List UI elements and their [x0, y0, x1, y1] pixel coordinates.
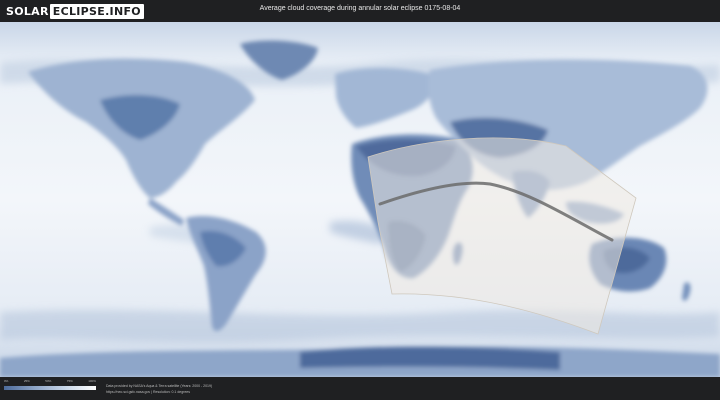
footer-bar: 0% 25% 50% 75% 100% Data provided by NAS…	[0, 377, 720, 400]
cloud-coverage-map	[0, 22, 720, 377]
legend-label-100: 100%	[88, 379, 96, 383]
legend-label-0: 0%	[4, 379, 9, 383]
credits-line-2: https://neo.sci.gsfc.nasa.gov | Resoluti…	[106, 390, 190, 394]
header-bar: SOLAR ECLIPSE.INFO Average cloud coverag…	[0, 0, 720, 22]
legend-color-scale	[4, 386, 96, 390]
legend-label-25: 25%	[23, 379, 30, 383]
data-credits: Data provided by NASA's Aqua & Terra sat…	[106, 383, 212, 395]
legend-label-50: 50%	[45, 379, 52, 383]
legend-tick-labels: 0% 25% 50% 75% 100%	[4, 379, 96, 385]
legend-label-75: 75%	[66, 379, 73, 383]
page-title: Average cloud coverage during annular so…	[259, 5, 461, 12]
